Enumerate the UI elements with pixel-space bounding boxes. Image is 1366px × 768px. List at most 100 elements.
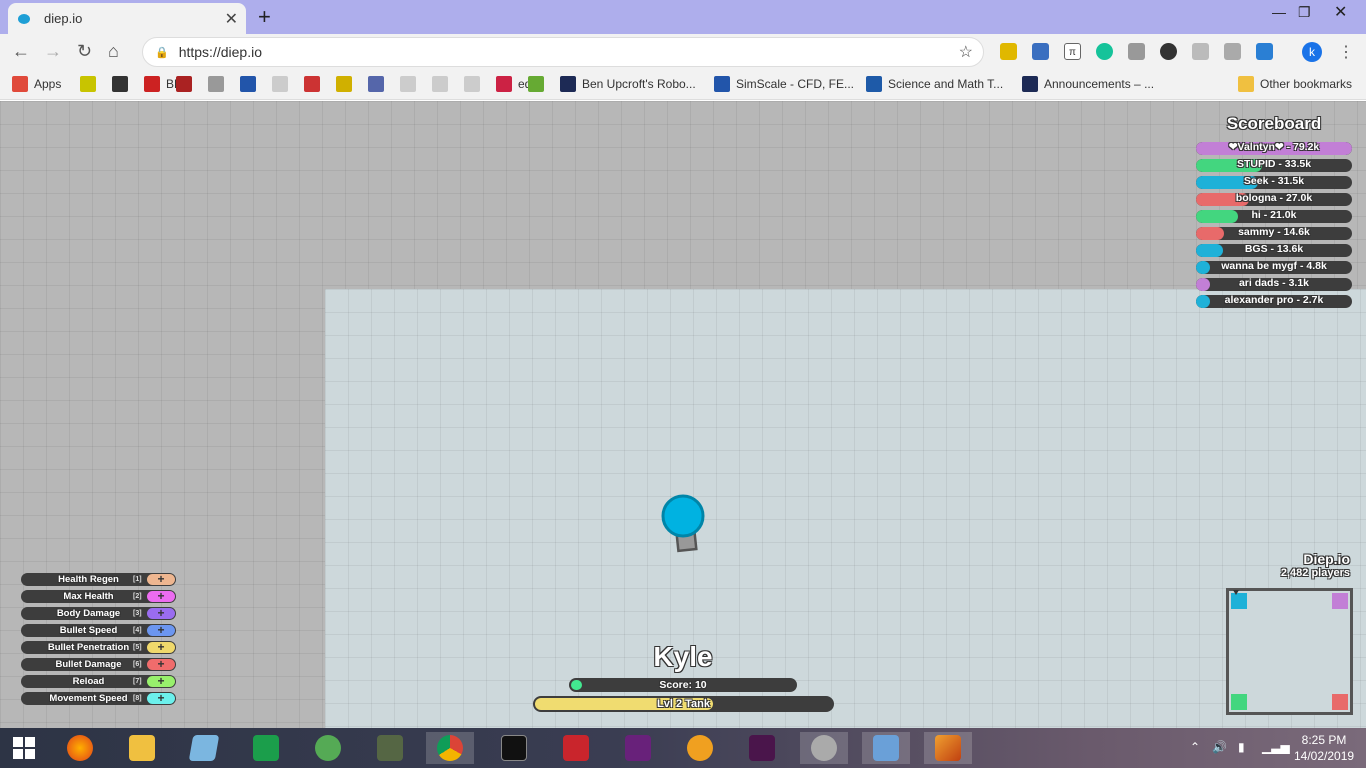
home-icon[interactable]: ⌂	[108, 41, 119, 62]
pi-extension-icon[interactable]: π	[1064, 43, 1081, 60]
stat-row: Bullet Speed [4] +	[21, 624, 176, 637]
bookmark-star-icon[interactable]: ☆	[959, 42, 973, 62]
bookmark-item[interactable]: Announcements – ...	[1022, 76, 1154, 92]
globe-taskbar-item[interactable]	[306, 732, 350, 764]
bookmark-item[interactable]	[336, 76, 352, 92]
address-bar[interactable]: 🔒 https://diep.io ☆	[142, 37, 984, 67]
stat-upgrade-plus-icon[interactable]: +	[147, 692, 175, 704]
clock-time: 8:25 PM	[1301, 733, 1347, 747]
extension-icon[interactable]	[1192, 43, 1209, 60]
clock-extension-icon[interactable]	[1256, 43, 1273, 60]
reload-icon[interactable]: ↻	[77, 41, 92, 62]
minimap-green-base	[1231, 694, 1247, 710]
close-window-icon[interactable]: ✕	[1334, 2, 1347, 22]
scoreboard-row: hi - 21.0k	[1196, 210, 1352, 223]
scoreboard-row: ari dads - 3.1k	[1196, 278, 1352, 291]
stat-hotkey: [8]	[133, 695, 142, 702]
matlab-icon	[935, 735, 961, 761]
bookmark-item[interactable]: Science and Math T...	[866, 76, 1003, 92]
bookmark-favicon-icon	[80, 76, 96, 92]
level-bar: Lvl 2 Tank	[533, 696, 834, 712]
battery-icon[interactable]: ▮	[1238, 740, 1245, 754]
stat-hotkey: [2]	[133, 593, 142, 600]
stat-upgrade-plus-icon[interactable]: +	[147, 573, 175, 585]
notes-icon	[188, 735, 220, 761]
bookmark-item[interactable]: Ben Upcroft's Robo...	[560, 76, 696, 92]
start-button[interactable]	[2, 732, 46, 764]
other-bookmarks[interactable]: Other bookmarks	[1238, 76, 1352, 92]
slack-taskbar-item[interactable]	[740, 732, 784, 764]
minimize-icon[interactable]: —	[1272, 4, 1286, 20]
terminal-taskbar-item[interactable]	[492, 732, 536, 764]
scoreboard-entry: alexander pro - 2.7k	[1224, 295, 1324, 306]
game-canvas[interactable]: Scoreboard ❤Valntyn❤ - 79.2k STUPID - 33.…	[0, 101, 1366, 728]
system-clock[interactable]: 8:25 PM 14/02/2019	[1294, 732, 1354, 764]
app-taskbar-item[interactable]	[368, 732, 412, 764]
control-panel-taskbar-item[interactable]	[862, 732, 910, 764]
stat-upgrade-plus-icon[interactable]: +	[147, 641, 175, 653]
visual-studio-taskbar-item[interactable]	[616, 732, 660, 764]
volume-icon[interactable]: 🔊	[1212, 740, 1227, 754]
bookmark-favicon-icon	[12, 76, 28, 92]
bookmark-item[interactable]	[176, 76, 192, 92]
stat-upgrade-plus-icon[interactable]: +	[147, 590, 175, 602]
tank-body	[661, 494, 705, 538]
bookmark-item[interactable]	[208, 76, 224, 92]
scoreboard-entry: ❤Valntyn❤ - 79.2k	[1228, 142, 1320, 153]
minimap-red-base	[1332, 694, 1348, 710]
bookmark-item[interactable]	[432, 76, 448, 92]
player-count: 2,482 players	[1280, 567, 1350, 579]
stat-upgrade-plus-icon[interactable]: +	[147, 624, 175, 636]
stat-upgrade-plus-icon[interactable]: +	[147, 658, 175, 670]
bookmarks-bar: AppsBEedXBen Upcroft's Robo...SimScale -…	[0, 70, 1366, 100]
forward-icon[interactable]: →	[44, 41, 62, 62]
explorer-taskbar-item[interactable]	[120, 732, 164, 764]
firefox-icon	[67, 735, 93, 761]
scoreboard-title: Scoreboard	[1226, 114, 1322, 133]
notes-taskbar-item[interactable]	[182, 732, 226, 764]
audacity-taskbar-item[interactable]	[678, 732, 722, 764]
diep-favicon-icon	[18, 13, 30, 24]
bookmark-item[interactable]	[368, 76, 384, 92]
bookmark-item[interactable]	[400, 76, 416, 92]
scoreboard-row: Seek - 31.5k	[1196, 176, 1352, 189]
network-icon[interactable]: ▁▃▅	[1262, 740, 1290, 754]
calendar-extension-icon[interactable]	[1032, 43, 1049, 60]
bookmark-item[interactable]	[304, 76, 320, 92]
matlab-taskbar-item[interactable]	[924, 732, 972, 764]
grammarly-icon[interactable]	[1096, 43, 1113, 60]
restore-icon[interactable]: ❐	[1298, 4, 1311, 21]
scoreboard-entry: ari dads - 3.1k	[1238, 278, 1310, 289]
firefox-taskbar-item[interactable]	[58, 732, 102, 764]
bookmark-item[interactable]	[272, 76, 288, 92]
back-icon[interactable]: ←	[12, 41, 30, 62]
score-label: Score: 10	[659, 679, 707, 691]
control-panel-icon	[873, 735, 899, 761]
autocad-taskbar-item[interactable]	[554, 732, 598, 764]
stat-row: Health Regen [1] +	[21, 573, 176, 586]
browser-tab[interactable]: diep.io ✕	[8, 3, 246, 34]
extension-icon[interactable]	[1160, 43, 1177, 60]
bookmark-item[interactable]	[80, 76, 96, 92]
chrome-taskbar-item[interactable]	[426, 732, 474, 764]
bookmark-item[interactable]: Apps	[12, 76, 61, 92]
tray-expand-icon[interactable]: ⌃	[1190, 740, 1200, 754]
calculator-taskbar-item[interactable]	[244, 732, 288, 764]
extension-icon[interactable]	[1000, 43, 1017, 60]
bookmark-item[interactable]: SimScale - CFD, FE...	[714, 76, 854, 92]
bookmark-item[interactable]	[112, 76, 128, 92]
scoreboard-entry: BGS - 13.6k	[1244, 244, 1304, 255]
close-tab-icon[interactable]: ✕	[225, 9, 238, 29]
bookmark-item[interactable]	[240, 76, 256, 92]
speaker-taskbar-item[interactable]	[800, 732, 848, 764]
stat-hotkey: [3]	[133, 610, 142, 617]
new-tab-icon[interactable]: +	[258, 4, 271, 30]
menu-icon[interactable]: ⋮	[1338, 42, 1354, 62]
bookmark-item[interactable]	[528, 76, 544, 92]
stat-upgrade-plus-icon[interactable]: +	[147, 607, 175, 619]
bookmark-item[interactable]	[464, 76, 480, 92]
profile-avatar[interactable]: k	[1302, 42, 1322, 62]
extension-icon[interactable]	[1128, 43, 1145, 60]
stat-upgrade-plus-icon[interactable]: +	[147, 675, 175, 687]
extension-icon[interactable]	[1224, 43, 1241, 60]
